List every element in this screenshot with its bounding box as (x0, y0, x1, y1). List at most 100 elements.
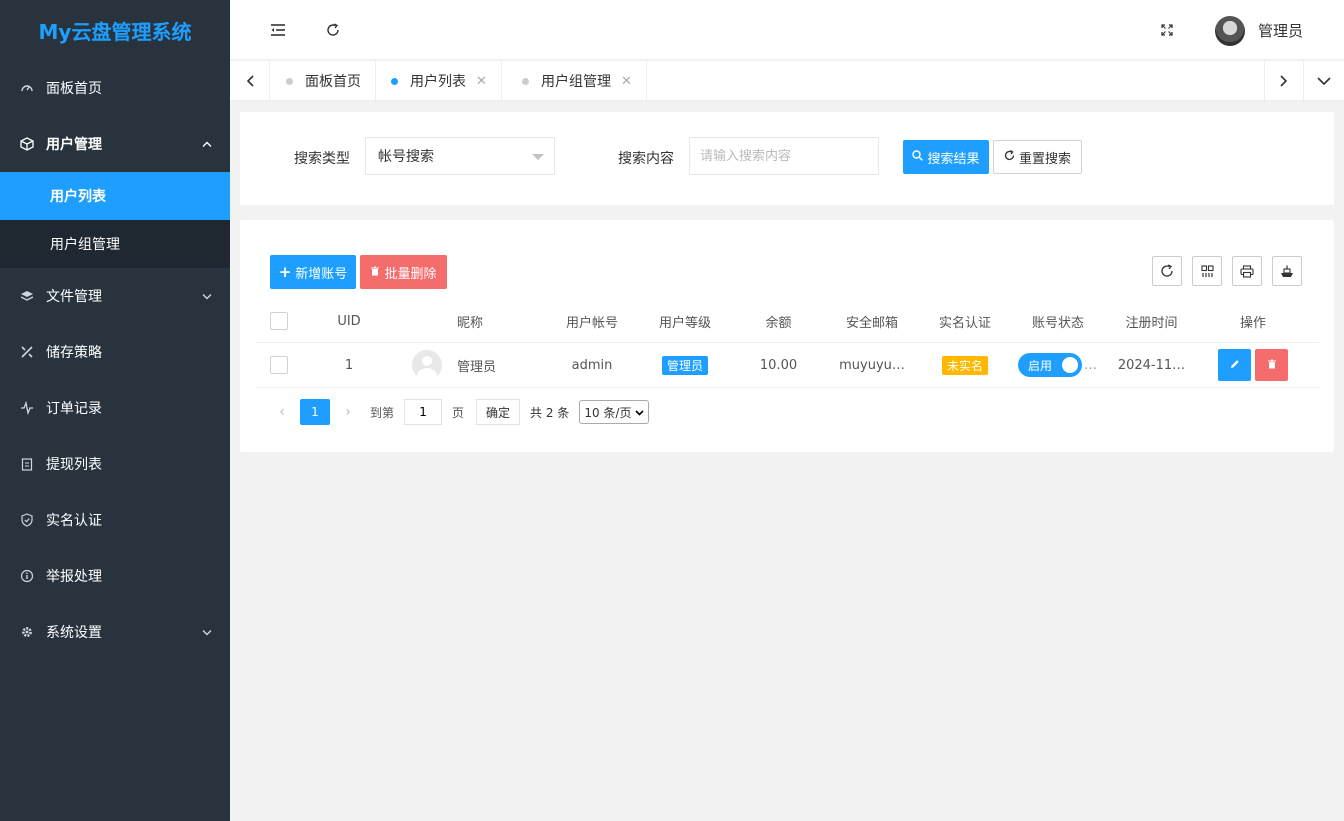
reset-button[interactable]: 重置搜索 (993, 140, 1082, 174)
tab-menu-dropdown-icon[interactable] (1304, 61, 1344, 101)
pagination: ‹ 1 › 到第 页 确定 共 2 条 10 条/页 (270, 398, 650, 426)
header-nickname[interactable]: 昵称 (395, 300, 545, 342)
row-checkbox[interactable] (270, 356, 288, 374)
sidebar-item-files[interactable]: 文件管理 (0, 268, 230, 324)
add-account-button[interactable]: + 新增账号 (270, 255, 356, 289)
avatar[interactable] (1215, 16, 1245, 46)
close-icon[interactable]: ✕ (621, 74, 632, 89)
sidebar-item-withdrawals[interactable]: 提现列表 (0, 436, 230, 492)
sidebar-item-settings[interactable]: 系统设置 (0, 604, 230, 660)
search-button[interactable]: 搜索结果 (903, 140, 989, 174)
chevron-down-icon (635, 405, 645, 419)
sidebar-item-label: 用户管理 (46, 137, 102, 153)
cell-level: 管理员 (639, 343, 731, 387)
search-button-label: 搜索结果 (927, 151, 980, 167)
page-current[interactable]: 1 (300, 399, 330, 425)
dashboard-icon (20, 81, 34, 95)
info-icon (20, 569, 34, 583)
refresh-icon[interactable] (321, 18, 345, 42)
tab-user-groups[interactable]: 用户组管理 ✕ (506, 61, 647, 101)
total-count: 共 2 条 (530, 405, 570, 420)
header-account[interactable]: 用户帐号 (545, 300, 639, 342)
sidebar-item-storage[interactable]: 储存策略 (0, 324, 230, 380)
cell-status: 启用 … (1012, 343, 1104, 387)
sidebar-item-dashboard[interactable]: 面板首页 (0, 60, 230, 116)
search-type-select[interactable]: 帐号搜索 (365, 137, 555, 175)
header-realname[interactable]: 实名认证 (918, 300, 1012, 342)
tools-icon (20, 345, 34, 359)
nickname-text: 管理员 (457, 359, 497, 375)
user-name[interactable]: 管理员 (1258, 20, 1303, 41)
sidebar: My云盘管理系统 面板首页 用户管理 用户列表 用户组管理 文件管理 储存策略 (0, 0, 230, 821)
tab-scroll-left-icon[interactable] (230, 61, 270, 101)
edit-button[interactable] (1218, 349, 1251, 381)
fullscreen-icon[interactable] (1155, 18, 1179, 42)
cell-nickname: 管理员 (395, 343, 545, 387)
realname-badge: 未实名 (941, 355, 988, 375)
sidebar-item-user-list[interactable]: 用户列表 (0, 172, 230, 220)
header-balance[interactable]: 余额 (731, 300, 826, 342)
sidebar-item-label: 系统设置 (46, 625, 102, 641)
trash-icon (1267, 358, 1277, 373)
search-content-label: 搜索内容 (618, 151, 674, 167)
sidebar-item-orders[interactable]: 订单记录 (0, 380, 230, 436)
level-badge: 管理员 (661, 355, 708, 375)
search-type-value: 帐号搜索 (378, 149, 434, 165)
chevron-up-icon (202, 138, 212, 151)
cell-uid: 1 (344, 357, 354, 373)
status-toggle[interactable]: 启用 (1018, 353, 1082, 377)
chevron-down-icon (202, 290, 212, 303)
select-all-cell (255, 300, 303, 342)
header-uid[interactable]: UID (303, 300, 395, 342)
header-registered[interactable]: 注册时间 (1104, 300, 1199, 342)
tab-scroll-right-icon[interactable] (1264, 61, 1304, 101)
tab-user-list[interactable]: 用户列表 ✕ (375, 61, 502, 101)
cell-account: admin (571, 357, 613, 373)
table-refresh-icon[interactable] (1152, 256, 1182, 286)
sidebar-item-user-groups[interactable]: 用户组管理 (0, 220, 230, 268)
page-size-select[interactable]: 10 条/页 (579, 400, 650, 424)
trash-icon (370, 265, 380, 279)
header-email[interactable]: 安全邮箱 (826, 300, 918, 342)
select-all-checkbox[interactable] (270, 312, 288, 330)
collapse-menu-icon[interactable] (266, 18, 290, 42)
sidebar-item-user-management[interactable]: 用户管理 (0, 116, 230, 172)
sidebar-item-label: 储存策略 (46, 345, 102, 361)
goto-confirm-button[interactable]: 确定 (476, 399, 521, 425)
sidebar-item-label: 提现列表 (46, 457, 102, 473)
export-icon[interactable] (1272, 256, 1302, 286)
batch-delete-label: 批量删除 (384, 266, 437, 282)
plus-icon: + (278, 263, 292, 281)
sidebar-item-label: 面板首页 (46, 81, 102, 97)
header-status[interactable]: 账号状态 (1012, 300, 1104, 342)
sidebar-item-label: 举报处理 (46, 569, 102, 585)
next-page-icon[interactable]: › (336, 404, 360, 420)
toggle-knob (1062, 357, 1078, 373)
tab-bar: 面板首页 用户列表 ✕ 用户组管理 ✕ (230, 61, 1344, 101)
tab-dashboard[interactable]: 面板首页 (270, 61, 376, 101)
goto-page-input[interactable] (404, 399, 443, 425)
sidebar-item-label: 文件管理 (46, 289, 102, 305)
chevron-down-icon (532, 154, 544, 160)
header-level[interactable]: 用户等级 (639, 300, 731, 342)
search-icon (912, 150, 924, 164)
close-icon[interactable]: ✕ (476, 74, 487, 89)
sidebar-item-label: 实名认证 (46, 513, 102, 529)
sidebar-item-verification[interactable]: 实名认证 (0, 492, 230, 548)
tab-label: 用户列表 (410, 74, 466, 90)
batch-delete-button[interactable]: 批量删除 (360, 255, 447, 289)
search-panel: 搜索类型 帐号搜索 搜索内容 搜索结果 重置搜索 (240, 112, 1334, 205)
tab-dot (522, 77, 529, 85)
delete-button[interactable] (1255, 349, 1288, 381)
print-icon[interactable] (1232, 256, 1262, 286)
columns-filter-icon[interactable] (1192, 256, 1222, 286)
goto-suffix: 页 (452, 405, 465, 420)
page-size-value: 10 条/页 (584, 405, 632, 420)
sidebar-item-reports[interactable]: 举报处理 (0, 548, 230, 604)
search-input[interactable] (689, 137, 879, 175)
sidebar-submenu-user: 用户列表 用户组管理 (0, 172, 230, 268)
status-toggle-label: 启用 (1028, 358, 1053, 373)
cell-realname: 未实名 (918, 343, 1012, 387)
prev-page-icon[interactable]: ‹ (270, 404, 294, 420)
layers-icon (20, 289, 34, 303)
